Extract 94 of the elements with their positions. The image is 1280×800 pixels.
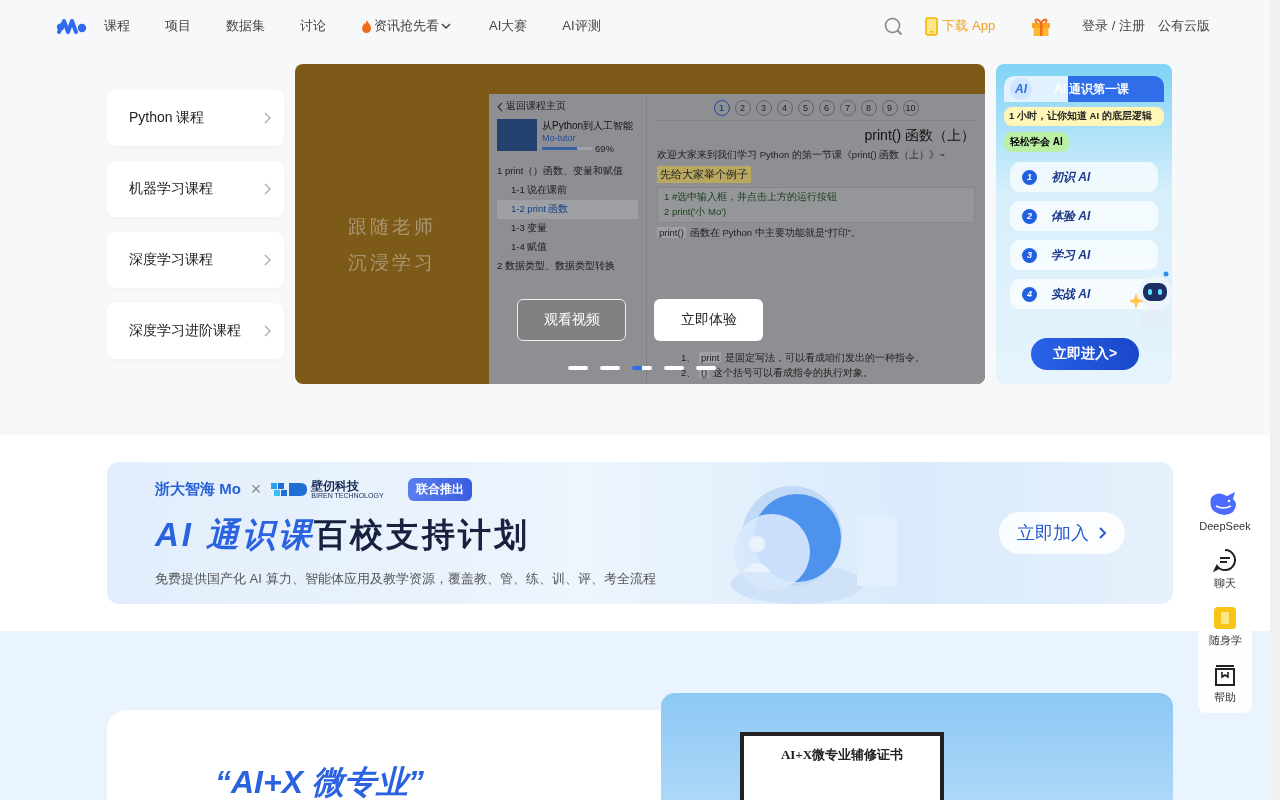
chevron-right-icon bbox=[263, 254, 272, 266]
course-menu-item[interactable]: Python 课程 bbox=[107, 90, 284, 146]
chevron-right-icon bbox=[263, 325, 272, 337]
headline: 百校支持计划 bbox=[314, 516, 531, 553]
nav-link[interactable]: 项目 bbox=[165, 17, 191, 35]
enter-now-button[interactable]: 立即进入> bbox=[1031, 338, 1139, 370]
dock-item[interactable]: 随身学 bbox=[1208, 607, 1242, 648]
logo-icon[interactable] bbox=[56, 17, 88, 35]
login-register-link[interactable]: 登录 / 注册 bbox=[1082, 18, 1145, 33]
flame-icon bbox=[361, 19, 372, 33]
outline-item: 1-1 说在课前 bbox=[510, 183, 569, 197]
try-now-button[interactable]: 立即体验 bbox=[654, 299, 763, 341]
step-badge: 4 bbox=[1022, 286, 1037, 302]
chat-bubble-icon bbox=[1213, 548, 1237, 572]
nav-link[interactable]: AI评测 bbox=[562, 17, 601, 35]
joint-launch-badge: 联合推出 bbox=[407, 478, 472, 501]
course-menu-item[interactable]: 深度学习进阶课程 bbox=[107, 303, 284, 359]
partner-logo-icon bbox=[271, 481, 308, 498]
course-title: 从Python到人工智能 bbox=[542, 119, 634, 133]
back-link[interactable]: 返回课程主页 bbox=[497, 100, 638, 113]
chevron-right-icon bbox=[263, 112, 272, 124]
slide-caption: 跟随老师 bbox=[348, 215, 436, 239]
outline-item: 2 数据类型、数据类型转换 bbox=[497, 259, 616, 273]
outline-item: 1 print（）函数、变量和赋值 bbox=[497, 164, 625, 178]
course-menu-label: 深度学习进阶课程 bbox=[129, 322, 241, 340]
progress-text: 69% bbox=[595, 143, 614, 154]
code-line: print('小 Mo') bbox=[671, 206, 727, 217]
dock-item[interactable]: 聊天 bbox=[1213, 548, 1237, 591]
section-heading: “AI+X 微专业” bbox=[215, 766, 425, 798]
step-label: 学习 AI bbox=[1051, 246, 1091, 264]
join-now-button[interactable]: 立即加入 bbox=[999, 512, 1125, 554]
back-text: 返回课程主页 bbox=[506, 100, 566, 113]
search-button[interactable] bbox=[884, 16, 904, 36]
inline-code: print bbox=[698, 352, 722, 363]
phone-icon bbox=[925, 16, 939, 36]
step-label: 初识 AI bbox=[1051, 168, 1091, 186]
dock-label: 随身学 bbox=[1208, 633, 1242, 648]
nav-link[interactable]: 课程 bbox=[104, 17, 130, 35]
chevron-right-icon bbox=[263, 183, 272, 195]
course-menu-item[interactable]: 机器学习课程 bbox=[107, 161, 284, 217]
partner-name: 壁仞科技 bbox=[311, 480, 361, 492]
nav-link[interactable]: 数据集 bbox=[226, 17, 265, 35]
ai-badge: AI bbox=[1010, 78, 1032, 100]
outline-item: 1-2 print 函数 bbox=[497, 200, 638, 219]
list-number: 2、 bbox=[681, 367, 697, 378]
line-number: 2 bbox=[664, 206, 670, 217]
dock-item[interactable]: DeepSeek bbox=[1199, 490, 1251, 532]
dock-label: 聊天 bbox=[1214, 576, 1236, 591]
bookmark-box-icon bbox=[1214, 664, 1236, 686]
nav-link[interactable]: 讨论 bbox=[300, 17, 326, 35]
step-label: 实战 AI bbox=[1051, 285, 1091, 303]
step-badge: 3 bbox=[1022, 247, 1037, 263]
headline-highlight: AI 通识课 bbox=[155, 516, 315, 553]
outline-item: 1-4 赋值 bbox=[510, 240, 549, 254]
body-text: 函数在 Python 中主要功能就是“打印”。 bbox=[689, 227, 861, 238]
course-thumbnail bbox=[497, 119, 537, 151]
course-menu-label: 深度学习课程 bbox=[129, 251, 213, 269]
times-sign: × bbox=[250, 479, 262, 500]
list-text: 这个括号可以看成指令的执行对象。 bbox=[713, 367, 874, 378]
step-label: 体验 AI bbox=[1051, 207, 1091, 225]
inline-code: print() bbox=[657, 227, 686, 238]
dock-label: DeepSeek bbox=[1199, 520, 1251, 532]
line-number: 1 bbox=[664, 191, 670, 202]
chevron-left-icon bbox=[497, 101, 503, 112]
search-icon bbox=[884, 16, 904, 36]
watch-video-button[interactable]: 观看视频 bbox=[517, 299, 626, 341]
course-menu-label: Python 课程 bbox=[129, 109, 205, 127]
certificate-title: AI+X微专业辅修证书 bbox=[779, 746, 905, 764]
mobile-study-icon bbox=[1214, 607, 1236, 629]
nav-link[interactable]: 资讯抢先看 bbox=[361, 17, 451, 35]
lesson-title: print() 函数（上） bbox=[863, 127, 975, 145]
chevron-right-icon bbox=[1099, 527, 1107, 539]
chevron-down-icon bbox=[441, 22, 451, 30]
public-cloud-link[interactable]: 公有云版 bbox=[1158, 18, 1210, 33]
brand-name: 浙大智海 Mo bbox=[155, 480, 241, 499]
promo-tag: 轻松学会 AI bbox=[1004, 132, 1069, 152]
lesson-intro: 欢迎大家来到我们学习 Python 的第一节课《print() 函数（上）》~ bbox=[657, 149, 946, 162]
banner-subtitle: 免费提供国产化 AI 算力、智能体应用及教学资源，覆盖教、管、练、训、评、考全流程 bbox=[155, 570, 657, 588]
step-badge: 2 bbox=[1022, 208, 1037, 224]
dock-item[interactable]: 帮助 bbox=[1214, 664, 1236, 705]
list-number: 1、 bbox=[681, 352, 697, 363]
course-tag: Mo-tutor bbox=[542, 133, 634, 143]
course-menu-label: 机器学习课程 bbox=[129, 180, 213, 198]
list-text: 是固定写法，可以看成咱们发出的一种指令。 bbox=[725, 352, 926, 363]
nav-link[interactable]: AI大赛 bbox=[489, 17, 528, 35]
promo-tagline: 1 小时，让你知道 AI 的底层逻辑 bbox=[1004, 107, 1164, 126]
dock-label: 帮助 bbox=[1214, 690, 1236, 705]
example-highlight: 先给大家举个例子 bbox=[657, 166, 751, 183]
progress-bar bbox=[542, 147, 592, 150]
slide-caption: 沉浸学习 bbox=[348, 251, 436, 275]
course-menu-item[interactable]: 深度学习课程 bbox=[107, 232, 284, 288]
step-badge: 1 bbox=[1022, 169, 1037, 185]
code-line: #选中输入框，并点击上方的运行按钮 bbox=[671, 191, 838, 202]
outline-item: 1-3 变量 bbox=[510, 221, 549, 235]
